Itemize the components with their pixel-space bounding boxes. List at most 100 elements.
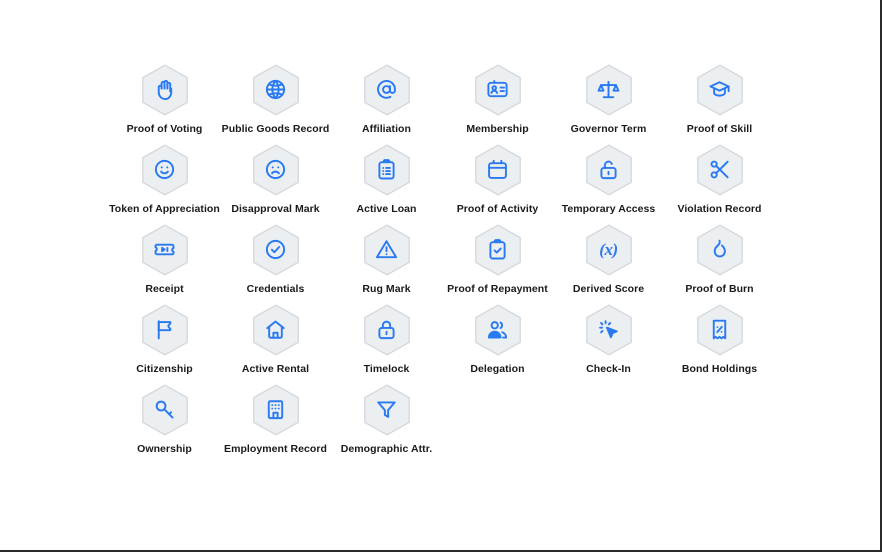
users-icon (486, 318, 509, 341)
hexagon-badge (474, 64, 522, 116)
icon-cell-citizenship[interactable]: Citizenship (109, 304, 220, 384)
icon-gallery-page: Proof of VotingPublic Goods RecordAffili… (0, 0, 880, 550)
globe-icon (264, 78, 287, 101)
icon-gallery-container: Proof of VotingPublic Goods RecordAffili… (0, 0, 880, 464)
icon-cell-proof-of-voting[interactable]: Proof of Voting (109, 64, 220, 144)
icon-cell-demographic-attr[interactable]: Demographic Attr. (331, 384, 442, 464)
function-x-icon: (x) (599, 241, 618, 258)
icon-label: Citizenship (109, 363, 220, 375)
hexagon-badge (141, 224, 189, 276)
hexagon-badge: (x) (585, 224, 633, 276)
funnel-icon (375, 398, 398, 421)
ticket-icon (153, 238, 176, 261)
icon-cell-temporary-access[interactable]: Temporary Access (553, 144, 664, 224)
icon-label: Rug Mark (331, 283, 442, 295)
hexagon-badge (474, 224, 522, 276)
icon-cell-bond-holdings[interactable]: Bond Holdings (664, 304, 775, 384)
icon-cell-ownership[interactable]: Ownership (109, 384, 220, 464)
icon-cell-proof-of-skill[interactable]: Proof of Skill (664, 64, 775, 144)
hexagon-badge (141, 64, 189, 116)
lock-icon (375, 318, 398, 341)
icon-cell-proof-of-repayment[interactable]: Proof of Repayment (442, 224, 553, 304)
hexagon-badge (474, 144, 522, 196)
icon-cell-disapproval-mark[interactable]: Disapproval Mark (220, 144, 331, 224)
hexagon-badge (141, 304, 189, 356)
icon-label: Credentials (220, 283, 331, 295)
office-building-icon (264, 398, 287, 421)
key-icon (153, 398, 176, 421)
icon-label: Proof of Voting (109, 123, 220, 135)
icon-cell-proof-of-burn[interactable]: Proof of Burn (664, 224, 775, 304)
hexagon-badge (474, 304, 522, 356)
icon-cell-membership[interactable]: Membership (442, 64, 553, 144)
icon-cell-check-in[interactable]: Check-In (553, 304, 664, 384)
scissors-icon (708, 158, 731, 181)
icon-label: Active Rental (220, 363, 331, 375)
icon-cell-receipt[interactable]: Receipt (109, 224, 220, 304)
hexagon-badge (141, 144, 189, 196)
calendar-icon (486, 158, 509, 181)
at-sign-icon (375, 78, 398, 101)
icon-cell-governor-term[interactable]: Governor Term (553, 64, 664, 144)
hexagon-badge (252, 224, 300, 276)
hexagon-badge (363, 384, 411, 436)
icon-cell-delegation[interactable]: Delegation (442, 304, 553, 384)
check-circle-icon (264, 238, 287, 261)
warning-triangle-icon (375, 238, 398, 261)
icon-label: Affiliation (331, 123, 442, 135)
flag-icon (153, 318, 176, 341)
hexagon-badge (696, 64, 744, 116)
icon-cell-proof-of-activity[interactable]: Proof of Activity (442, 144, 553, 224)
clipboard-check-icon (486, 238, 509, 261)
hexagon-badge (252, 384, 300, 436)
icon-cell-affiliation[interactable]: Affiliation (331, 64, 442, 144)
icon-cell-employment-record[interactable]: Employment Record (220, 384, 331, 464)
hexagon-badge (252, 144, 300, 196)
icon-label: Temporary Access (553, 203, 664, 215)
unlock-icon (597, 158, 620, 181)
hexagon-badge (363, 224, 411, 276)
hexagon-badge (585, 64, 633, 116)
icon-cell-credentials[interactable]: Credentials (220, 224, 331, 304)
icon-cell-public-goods-record[interactable]: Public Goods Record (220, 64, 331, 144)
receipt-percent-icon (708, 318, 731, 341)
icon-cell-active-rental[interactable]: Active Rental (220, 304, 331, 384)
id-badge-icon (486, 78, 509, 101)
icon-label: Receipt (109, 283, 220, 295)
cursor-click-icon (597, 318, 620, 341)
icon-label: Public Goods Record (220, 123, 331, 135)
hexagon-badge (696, 144, 744, 196)
icon-label: Governor Term (553, 123, 664, 135)
icon-cell-active-loan[interactable]: Active Loan (331, 144, 442, 224)
hexagon-badge (252, 64, 300, 116)
hexagon-badge (363, 144, 411, 196)
hexagon-badge (696, 224, 744, 276)
attestation-icon-grid: Proof of VotingPublic Goods RecordAffili… (4, 64, 880, 464)
icon-cell-derived-score[interactable]: (x) Derived Score (553, 224, 664, 304)
icon-label: Derived Score (553, 283, 664, 295)
icon-cell-violation-record[interactable]: Violation Record (664, 144, 775, 224)
icon-label: Timelock (331, 363, 442, 375)
icon-label: Ownership (109, 443, 220, 455)
icon-label: Token of Appreciation (109, 203, 220, 215)
icon-label: Disapproval Mark (220, 203, 331, 215)
icon-label: Delegation (442, 363, 553, 375)
icon-label: Employment Record (220, 443, 331, 455)
hexagon-badge (363, 64, 411, 116)
frowning-face-icon (264, 158, 287, 181)
icon-label: Proof of Activity (442, 203, 553, 215)
hexagon-badge (585, 144, 633, 196)
icon-cell-rug-mark[interactable]: Rug Mark (331, 224, 442, 304)
hexagon-badge (696, 304, 744, 356)
flame-icon (708, 238, 731, 261)
clipboard-list-icon (375, 158, 398, 181)
icon-label: Proof of Skill (664, 123, 775, 135)
smiley-face-icon (153, 158, 176, 181)
icon-label: Check-In (553, 363, 664, 375)
icon-cell-token-of-appreciation[interactable]: Token of Appreciation (109, 144, 220, 224)
hexagon-badge (252, 304, 300, 356)
icon-label: Active Loan (331, 203, 442, 215)
icon-cell-timelock[interactable]: Timelock (331, 304, 442, 384)
icon-label: Violation Record (664, 203, 775, 215)
icon-label: Proof of Burn (664, 283, 775, 295)
